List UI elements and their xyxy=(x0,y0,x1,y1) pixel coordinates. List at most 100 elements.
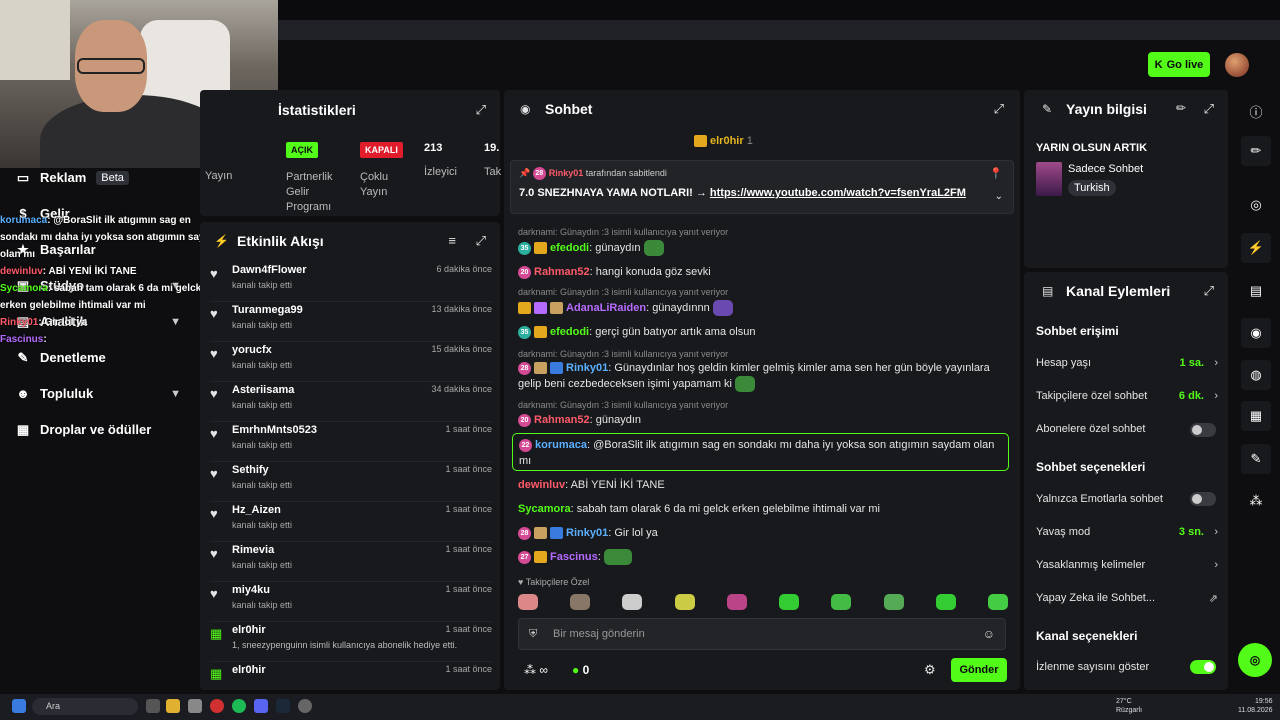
broadcast-icon[interactable]: ◍ xyxy=(1241,360,1271,390)
ai-chat-row[interactable]: Yapay Zeka ile Sohbet... ⇗ xyxy=(1036,592,1218,605)
emote-icon[interactable] xyxy=(987,594,1008,610)
info-icon[interactable]: ⓘ xyxy=(1241,96,1271,126)
weather-widget[interactable]: 27°C Rüzgarlı xyxy=(1116,697,1142,715)
emote-icon[interactable] xyxy=(518,594,538,610)
message-input[interactable]: ⛨ Bir mesaj gönderin ☺ xyxy=(518,618,1006,650)
clock[interactable]: 19:56 11.08.2026 xyxy=(1238,697,1273,715)
chat-bubble-icon[interactable]: ◉ xyxy=(1241,318,1271,348)
task-view-icon[interactable] xyxy=(146,699,160,713)
sidebar-item-droplar[interactable]: ▦ Droplar ve ödüller xyxy=(16,422,181,437)
wrench-icon[interactable]: ✎ xyxy=(1241,444,1271,474)
emote-icon[interactable] xyxy=(935,594,956,610)
expand-icon[interactable]: ⤢ xyxy=(994,101,1004,117)
taskbar-search[interactable]: Ara xyxy=(32,698,138,715)
show-viewers-toggle[interactable] xyxy=(1190,660,1216,674)
activity-user[interactable]: EmrhnMnts0523 xyxy=(232,424,317,436)
activity-row[interactable]: ♥ Hz_Aizen kanalı takip etti 1 saat önce xyxy=(210,502,492,542)
activity-row[interactable]: ♥ EmrhnMnts0523 kanalı takip etti 1 saat ön… xyxy=(210,422,492,462)
chat-message[interactable]: 20 Rahman52: hangi konuda göz sevki xyxy=(518,264,1008,280)
emote-only-toggle[interactable] xyxy=(1190,492,1216,506)
obs-icon[interactable] xyxy=(298,699,312,713)
activity-user[interactable]: Sethify xyxy=(232,464,269,476)
chat-message[interactable]: 28 Rinky01: Gir lol ya xyxy=(518,525,1008,541)
sidebar-item-denetleme[interactable]: ✎ Denetleme xyxy=(16,350,181,365)
subs-chat-toggle[interactable] xyxy=(1190,423,1216,437)
sidebar-item-topluluk[interactable]: ☻ Topluluk ▼ xyxy=(16,386,181,401)
emote-bar[interactable] xyxy=(518,594,1008,612)
app-icon[interactable] xyxy=(188,699,202,713)
chat-message[interactable]: 28 Rinky01: Günaydınlar hoş geldin kimler… xyxy=(518,360,1008,393)
screenshot-icon[interactable]: ◎ xyxy=(1241,190,1271,220)
expand-icon[interactable]: ⤢ xyxy=(1204,283,1214,299)
gear-icon[interactable]: ⚙ xyxy=(924,662,936,678)
top-gifter[interactable]: elr0hir 1 xyxy=(694,135,753,148)
pinned-link[interactable]: https://www.youtube.com/watch?v=fsenYraL… xyxy=(710,187,966,199)
emote-icon[interactable] xyxy=(726,594,747,610)
chat-message[interactable]: AdanaLiRaiden: günaydınnn xyxy=(518,300,1008,317)
chat-message[interactable]: Sycamora: sabah tam olarak 6 da mi gelck… xyxy=(518,501,1008,517)
activity-row[interactable]: ♥ Turanmega99 kanalı takip etti 13 dakika ö… xyxy=(210,302,492,342)
activity-user[interactable]: yorucfx xyxy=(232,344,272,356)
activity-user[interactable]: miy4ku xyxy=(232,584,270,596)
activity-user[interactable]: Asteriisama xyxy=(232,384,294,396)
community-points[interactable]: ⁂ ∞ xyxy=(524,663,548,677)
pencil-icon[interactable]: ✏ xyxy=(1176,101,1186,115)
emote-icon[interactable] xyxy=(622,594,643,610)
chat-message[interactable]: 27 Fascinus: xyxy=(518,549,1008,566)
user-avatar[interactable] xyxy=(1225,53,1249,77)
document-icon[interactable]: ▤ xyxy=(1241,276,1271,306)
chat-message[interactable]: 35 efedodi: gerçi gün batıyor artık ama o… xyxy=(518,324,1008,340)
browser-toolbar[interactable] xyxy=(278,20,1280,40)
support-icon[interactable]: ◎ xyxy=(1238,643,1272,677)
send-button[interactable]: Gönder xyxy=(951,658,1007,682)
emote-icon[interactable] xyxy=(570,594,591,610)
emote-icon[interactable] xyxy=(831,594,852,610)
emote-icon[interactable] xyxy=(779,594,800,610)
activity-row[interactable]: ♥ Rimevia kanalı takip etti 1 saat önce xyxy=(210,542,492,582)
activity-row[interactable]: ▦ elr0hir 1, sneezypenguinn isimli kullanı… xyxy=(210,622,492,662)
emote-icon[interactable] xyxy=(883,594,904,610)
activity-user[interactable]: Rimevia xyxy=(232,544,274,556)
steam-icon[interactable] xyxy=(276,699,290,713)
emoji-icon[interactable]: ☺ xyxy=(983,627,995,641)
banned-words-row[interactable]: Yasaklanmış kelimeler › xyxy=(1036,559,1218,571)
activity-row[interactable]: ♥ Dawn4fFlower kanalı takip etti 6 dakika ö… xyxy=(210,262,492,302)
activity-row[interactable]: ♥ Asteriisama kanalı takip etti 34 dakika ö… xyxy=(210,382,492,422)
activity-user[interactable]: Turanmega99 xyxy=(232,304,303,316)
edit-icon[interactable]: ✏ xyxy=(1241,136,1271,166)
chat-message[interactable]: dewinluv: ABİ YENİ İKİ TANE xyxy=(518,477,1008,493)
folder-icon[interactable] xyxy=(166,699,180,713)
expand-icon[interactable]: ⤢ xyxy=(476,233,486,249)
activity-row[interactable]: ▦ elr0hir 1 saat önce xyxy=(210,662,492,690)
activity-row[interactable]: ♥ yorucfx kanalı takip etti 15 dakika önce xyxy=(210,342,492,382)
sidebar-item-reklam[interactable]: ▭ Reklam Beta xyxy=(16,170,181,185)
slow-mode-row[interactable]: Yavaş mod 3 sn. › xyxy=(1036,526,1218,538)
emote-icon[interactable] xyxy=(674,594,695,610)
expand-icon[interactable]: ⤢ xyxy=(1204,101,1214,117)
nodes-icon[interactable]: ⁂ xyxy=(1241,486,1271,516)
activity-user[interactable]: Hz_Aizen xyxy=(232,504,281,516)
chevron-down-icon[interactable]: ⌄ xyxy=(995,191,1003,202)
lightning-icon[interactable]: ⚡ xyxy=(1241,233,1271,263)
chat-message[interactable]: 35 efedodi: günaydın xyxy=(518,240,1008,257)
filter-icon[interactable]: ≡ xyxy=(448,233,456,248)
account-age-row[interactable]: Hesap yaşı 1 sa. › xyxy=(1036,357,1218,369)
highlighted-message[interactable]: 22 korumaca: @BoraSlit ilk atıgımın sag e… xyxy=(512,433,1009,471)
kick-points[interactable]: ● 0 xyxy=(572,663,589,677)
discord-icon[interactable] xyxy=(254,699,268,713)
spotify-icon[interactable] xyxy=(232,699,246,713)
unpin-icon[interactable]: 📍 xyxy=(989,167,1003,180)
activity-user[interactable]: Dawn4fFlower xyxy=(232,264,307,276)
opera-icon[interactable] xyxy=(210,699,224,713)
windows-start-icon[interactable] xyxy=(12,699,26,713)
pinned-message[interactable]: 📌 28 Rinky01 tarafından sabitlendi 7.0 SN… xyxy=(510,160,1014,214)
go-live-button[interactable]: K Go live xyxy=(1148,52,1210,77)
layout-icon[interactable]: ▦ xyxy=(1241,401,1271,431)
activity-row[interactable]: ♥ miy4ku kanalı takip etti 1 saat önce xyxy=(210,582,492,622)
activity-row[interactable]: ♥ Sethify kanalı takip etti 1 saat önce xyxy=(210,462,492,502)
expand-icon[interactable]: ⤢ xyxy=(476,102,486,118)
activity-user[interactable]: elr0hir xyxy=(232,664,266,676)
activity-user[interactable]: elr0hir xyxy=(232,624,266,636)
followers-chat-row[interactable]: Takipçilere özel sohbet 6 dk. › xyxy=(1036,390,1218,402)
chat-message[interactable]: 20 Rahman52: günaydın xyxy=(518,412,1008,428)
